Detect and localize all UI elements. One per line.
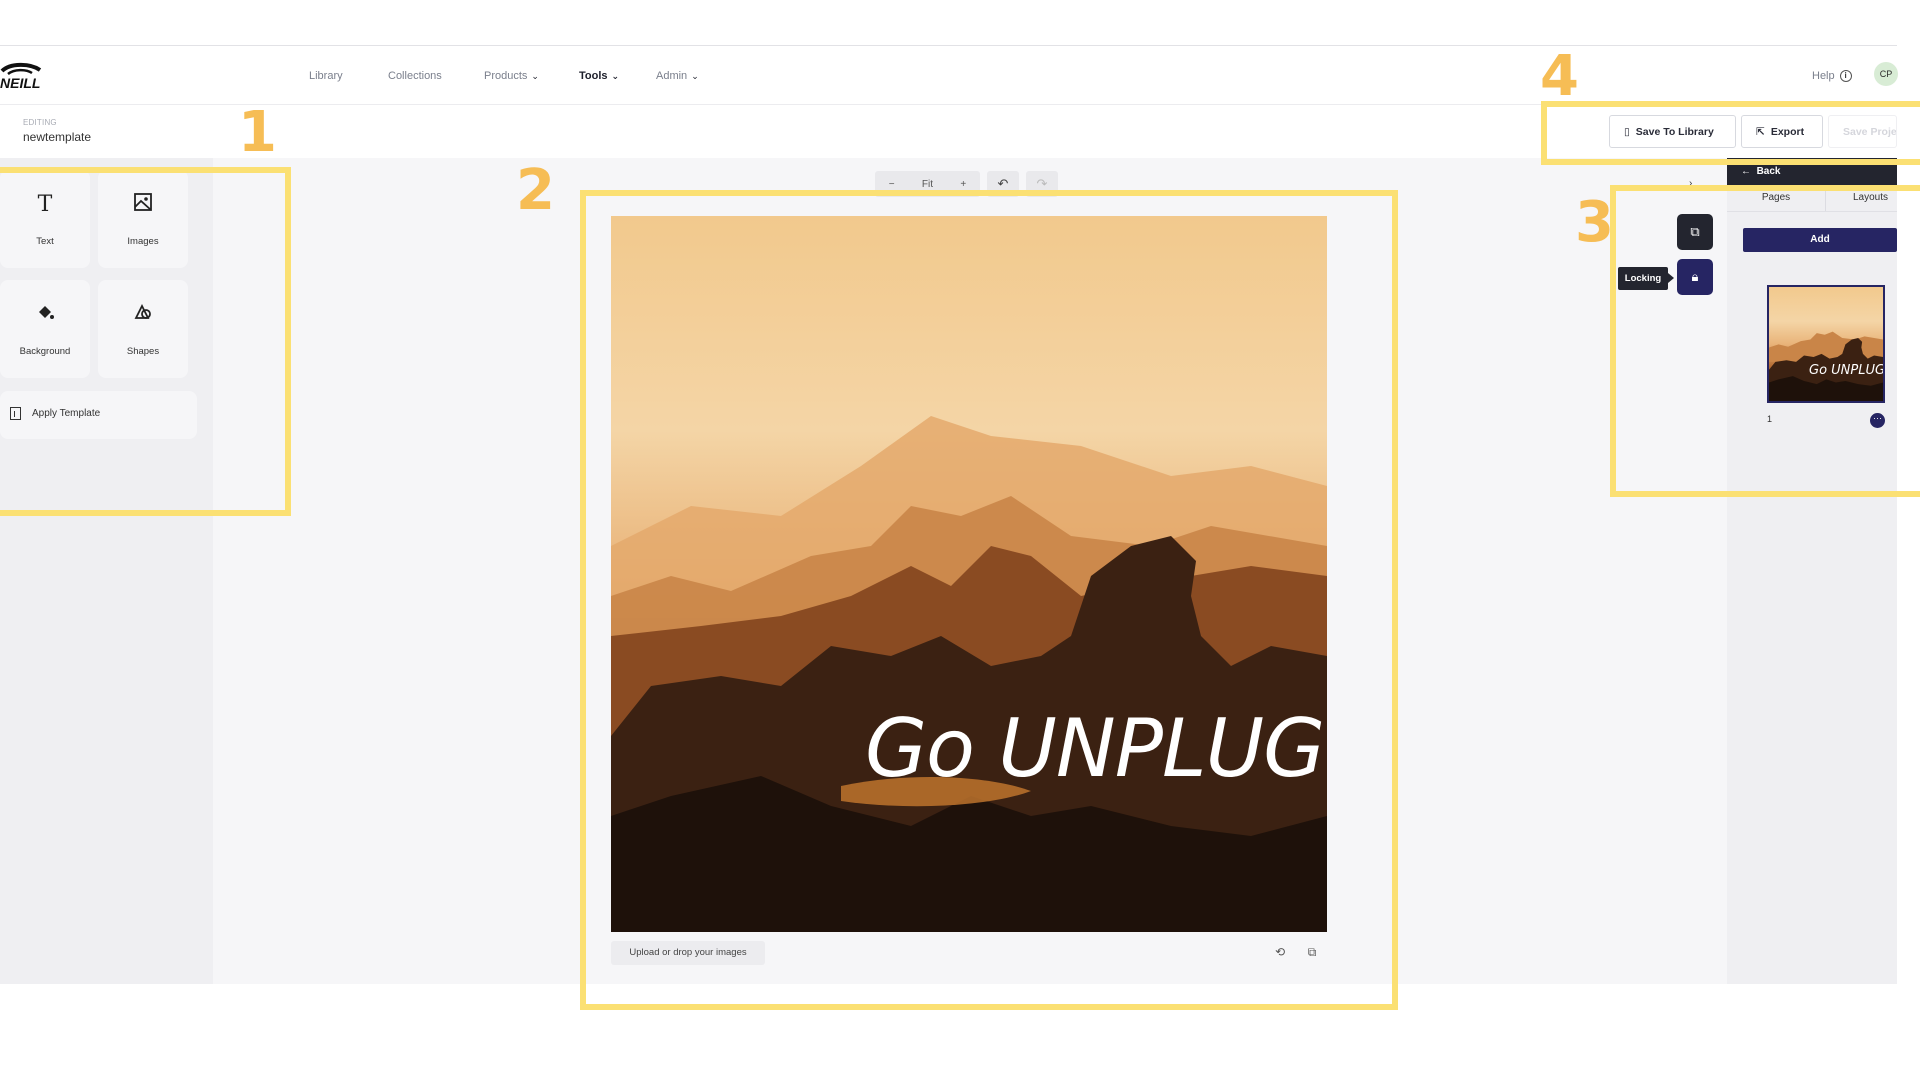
nav-tools-label: Tools: [579, 70, 608, 82]
back-label: Back: [1756, 166, 1781, 177]
annotation-number-1: 1: [238, 100, 277, 165]
nav-collections-label: Collections: [388, 70, 442, 82]
template-name[interactable]: newtemplate: [23, 130, 91, 144]
redo-icon: ↷: [1036, 176, 1048, 191]
editing-info: EDITING newtemplate: [10, 106, 210, 158]
chevron-down-icon: ⌄: [531, 70, 539, 81]
svg-text:NEILL: NEILL: [0, 75, 40, 90]
highlight-box-2: [580, 190, 1398, 1010]
highlight-box-1: [0, 167, 291, 516]
chevron-down-icon: ⌄: [611, 70, 620, 81]
help-link[interactable]: Help i: [1812, 70, 1852, 82]
nav-products-label: Products: [484, 70, 528, 82]
info-icon: i: [1839, 70, 1852, 82]
annotation-number-2: 2: [516, 158, 555, 223]
nav-library[interactable]: Library: [309, 70, 343, 82]
zoom-in-button[interactable]: +: [960, 179, 966, 190]
nav-admin-label: Admin: [656, 70, 688, 82]
zoom-fit-button[interactable]: Fit: [922, 179, 933, 190]
screen: NEILL Library Collections Products ⌄ Too…: [0, 0, 1920, 1080]
top-navbar: NEILL Library Collections Products ⌄ Too…: [0, 46, 1898, 105]
annotation-number-3: 3: [1575, 190, 1614, 255]
nav-tools[interactable]: Tools ⌄: [579, 70, 619, 82]
highlight-box-4: [1541, 101, 1920, 165]
zoom-out-button[interactable]: −: [889, 179, 895, 190]
nav-collections[interactable]: Collections: [388, 70, 442, 82]
brand-logo[interactable]: NEILL: [0, 62, 66, 91]
arrow-left-icon: ←: [1741, 166, 1751, 177]
annotation-number-4: 4: [1540, 44, 1579, 109]
help-label: Help: [1812, 70, 1835, 82]
chevron-down-icon: ⌄: [691, 70, 699, 81]
user-avatar[interactable]: CP: [1874, 62, 1898, 86]
highlight-box-3: [1610, 185, 1920, 497]
nav-products[interactable]: Products ⌄: [484, 70, 539, 82]
nav-library-label: Library: [309, 70, 343, 82]
editing-label: EDITING: [23, 118, 57, 127]
nav-admin[interactable]: Admin ⌄: [656, 70, 699, 82]
undo-icon: ↶: [997, 176, 1009, 191]
